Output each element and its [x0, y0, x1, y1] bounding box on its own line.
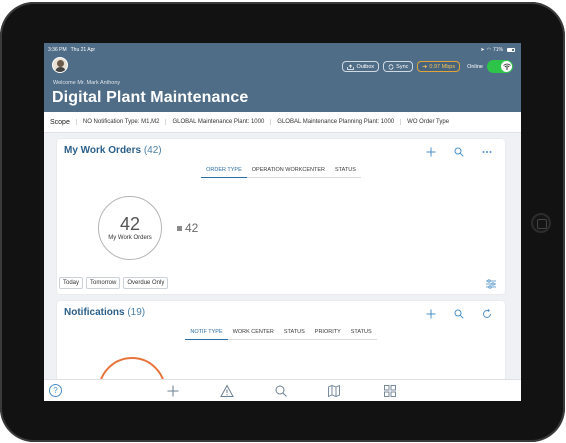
filter-tomorrow-button[interactable]: Tomorrow: [86, 277, 121, 289]
refresh-icon[interactable]: [479, 306, 495, 322]
app-header: 3:36 PM Thu 21 Apr ➤ ◠ 71% Welcome Mr. M…: [44, 43, 521, 112]
scope-chip[interactable]: WO Order Type: [400, 119, 455, 125]
chart-legend: 42: [177, 221, 198, 235]
home-button[interactable]: [531, 213, 551, 233]
donut-caption: My Work Orders: [108, 235, 152, 241]
work-orders-title-text: My Work Orders: [64, 145, 142, 156]
add-icon[interactable]: [423, 144, 439, 160]
tab-order-type[interactable]: ORDER TYPE: [201, 164, 247, 178]
legend-swatch: [177, 225, 182, 231]
notifications-tabs: NOTIF TYPE WORK CENTER STATUS PRIORITY S…: [57, 326, 505, 340]
online-label: Online: [467, 63, 483, 70]
notifications-actions: [423, 306, 495, 322]
sync-label: Sync: [396, 63, 409, 70]
notifications-title: Notifications (19): [64, 307, 145, 318]
add-icon[interactable]: [423, 306, 439, 322]
work-orders-count: (42): [143, 145, 162, 156]
tab-operation-workcenter[interactable]: OPERATION WORKCENTER: [246, 164, 330, 178]
tablet-frame: 3:36 PM Thu 21 Apr ➤ ◠ 71% Welcome Mr. M…: [0, 2, 565, 442]
help-button[interactable]: ?: [49, 384, 62, 397]
create-icon[interactable]: [166, 384, 180, 398]
more-icon[interactable]: [479, 144, 495, 160]
wifi-status-icon: ◠: [486, 46, 491, 53]
scope-label: Scope: [50, 118, 70, 126]
tab-work-center[interactable]: WORK CENTER: [227, 326, 279, 340]
donut-total: 42: [119, 214, 141, 234]
header-actions: Outbox Sync 0.97 Mbps Online: [342, 60, 513, 73]
ios-status-bar: 3:36 PM Thu 21 Apr ➤ ◠ 71%: [48, 45, 515, 54]
online-toggle[interactable]: [487, 60, 513, 73]
bottom-toolbar: ?: [44, 379, 521, 401]
search-icon[interactable]: [451, 306, 467, 322]
map-icon[interactable]: [327, 384, 341, 398]
filter-overdue-button[interactable]: Overdue Only: [123, 277, 169, 289]
wifi-icon: [502, 63, 511, 70]
outbox-button[interactable]: Outbox: [342, 61, 380, 72]
status-indicators: ➤ ◠ 71%: [480, 47, 515, 53]
search-icon[interactable]: [274, 384, 288, 398]
sync-button[interactable]: Sync: [383, 61, 414, 72]
scope-chip[interactable]: GLOBAL Maintenance Plant: 1000: [165, 119, 270, 125]
tab-priority[interactable]: PRIORITY: [309, 326, 346, 340]
notifications-title-text: Notifications: [64, 307, 125, 318]
scope-chip[interactable]: GLOBAL Maintenance Planning Plant: 1000: [270, 119, 400, 125]
battery-percent: 71%: [492, 46, 503, 53]
work-orders-donut[interactable]: 42 My Work Orders: [98, 196, 162, 260]
notifications-count: (19): [127, 307, 146, 318]
network-speed-badge: 0.97 Mbps: [417, 61, 461, 72]
sync-icon: [388, 63, 394, 70]
app-screen: 3:36 PM Thu 21 Apr ➤ ◠ 71% Welcome Mr. M…: [44, 43, 521, 401]
work-orders-actions: [423, 144, 495, 160]
filter-settings-icon[interactable]: [485, 277, 497, 289]
scope-chip[interactable]: NO Notification Type: M1,M2: [75, 119, 166, 125]
outbox-icon: [347, 64, 355, 70]
speed-label: 0.97 Mbps: [429, 63, 456, 70]
grid-icon[interactable]: [383, 384, 397, 398]
date-filters: Today Tomorrow Overdue Only: [59, 277, 169, 289]
work-orders-title: My Work Orders (42): [64, 145, 162, 156]
outbox-label: Outbox: [356, 63, 375, 70]
welcome-text: Welcome Mr. Mark Anthony: [53, 80, 121, 86]
page-title: Digital Plant Maintenance: [52, 89, 249, 106]
speed-arrow-icon: [422, 64, 428, 69]
legend-value: 42: [185, 221, 199, 235]
avatar[interactable]: [52, 57, 68, 73]
filter-today-button[interactable]: Today: [59, 277, 84, 289]
battery-icon: [507, 47, 515, 52]
scope-bar: Scope NO Notification Type: M1,M2 GLOBAL…: [44, 112, 521, 133]
toggle-knob: [501, 61, 512, 72]
status-time: 3:36 PM: [48, 46, 67, 53]
location-icon: ➤: [480, 46, 485, 53]
status-date: Thu 21 Apr: [70, 46, 96, 53]
tab-notif-type[interactable]: NOTIF TYPE: [185, 326, 228, 340]
warning-icon[interactable]: [220, 384, 234, 398]
tab-status-2[interactable]: STATUS: [345, 326, 377, 340]
work-orders-card: My Work Orders (42) ORDER TYPE OPERATION…: [57, 139, 505, 294]
tab-status[interactable]: STATUS: [330, 164, 361, 178]
tab-status[interactable]: STATUS: [278, 326, 310, 340]
search-icon[interactable]: [451, 144, 467, 160]
work-orders-tabs: ORDER TYPE OPERATION WORKCENTER STATUS: [57, 164, 505, 178]
